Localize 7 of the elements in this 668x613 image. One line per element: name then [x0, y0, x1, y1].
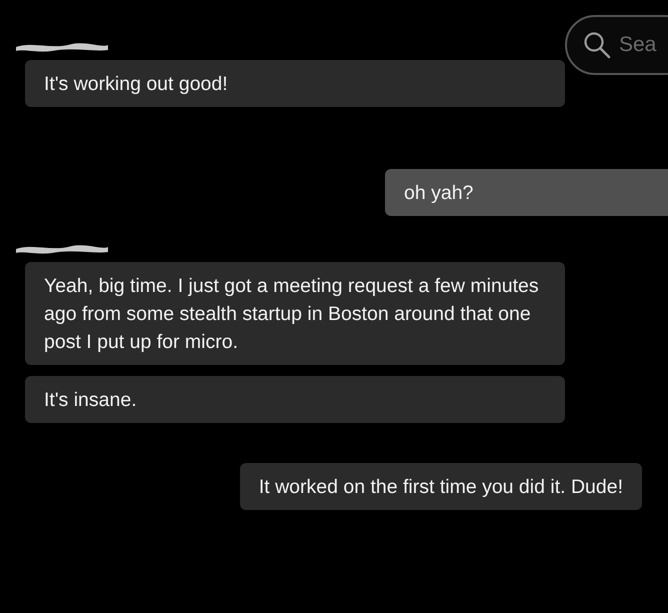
- search-icon: [583, 31, 611, 59]
- message-bubble: oh yah?: [385, 169, 668, 216]
- message-bubble: It's working out good!: [25, 60, 565, 107]
- message-bubble: It worked on the first time you did it. Dude!: [240, 463, 642, 510]
- message-bubble: It's insane.: [25, 376, 565, 423]
- search-field[interactable]: Sea: [617, 32, 668, 58]
- message-bubble: Yeah, big time. I just got a meeting request a few minutes ago from some stealth startup in Boston around that one post I put up for micro.: [25, 262, 565, 365]
